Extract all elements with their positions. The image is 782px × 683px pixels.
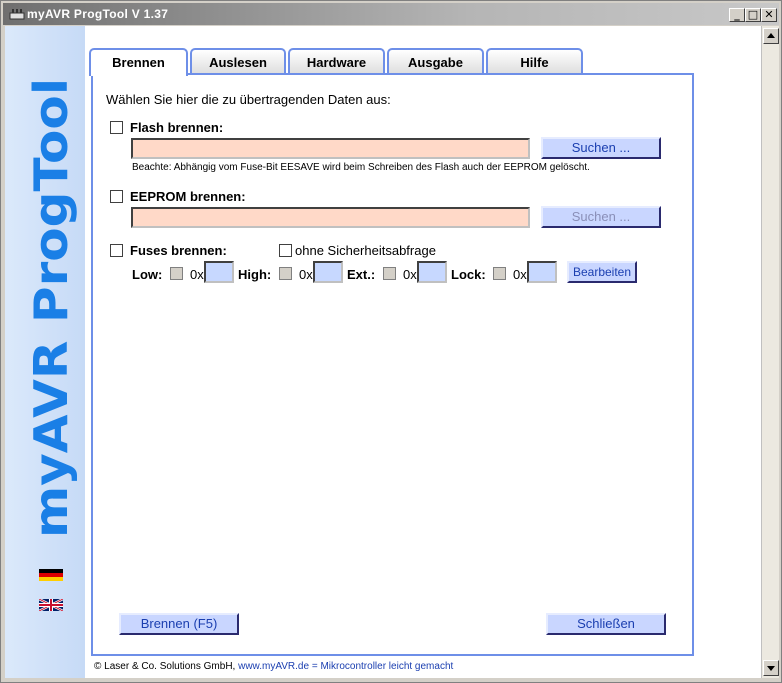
burn-button[interactable]: Brennen (F5) (119, 613, 239, 635)
scroll-up-button[interactable] (763, 28, 779, 44)
scroll-down-button[interactable] (763, 660, 779, 676)
flash-label: Flash brennen: (130, 120, 224, 135)
app-icon (9, 9, 25, 20)
footer-slogan: = Mikrocontroller leicht gemacht (311, 661, 454, 672)
brand-logo: myAVR ProgTool (24, 78, 78, 538)
tab-auslesen[interactable]: Auslesen (190, 48, 286, 75)
low-hex-prefix: 0x (190, 267, 204, 282)
maximize-button[interactable]: □ (745, 8, 761, 22)
eeprom-search-button[interactable]: Suchen ... (541, 206, 661, 228)
title-bar[interactable]: myAVR ProgTool V 1.37 _ □ ✕ (3, 3, 779, 25)
instruction-text: Wählen Sie hier die zu übertragenden Dat… (106, 92, 391, 107)
minimize-button[interactable]: _ (729, 8, 745, 22)
tab-ausgabe[interactable]: Ausgabe (387, 48, 484, 75)
app-window: myAVR ProgTool V 1.37 _ □ ✕ myAVR ProgTo… (0, 0, 782, 683)
footer-url-link[interactable]: www.myAVR.de (238, 661, 309, 672)
footer: © Laser & Co. Solutions GmbH, www.myAVR.… (94, 661, 453, 672)
tab-brennen[interactable]: Brennen (89, 48, 188, 76)
no-confirm-label: ohne Sicherheitsabfrage (295, 243, 436, 258)
close-window-button[interactable]: ✕ (761, 8, 777, 22)
vertical-scrollbar[interactable] (761, 26, 779, 678)
ext-fuse-input[interactable] (417, 261, 447, 283)
fuses-label: Fuses brennen: (130, 243, 227, 258)
eeprom-path-field[interactable] (131, 207, 530, 228)
window-title: myAVR ProgTool V 1.37 (27, 7, 169, 21)
tab-hilfe[interactable]: Hilfe (486, 48, 583, 75)
low-fuse-input[interactable] (204, 261, 234, 283)
lock-fuse-checkbox[interactable] (493, 267, 506, 280)
no-confirm-checkbox[interactable] (279, 244, 292, 257)
edit-fuses-button[interactable]: Bearbeiten (567, 261, 637, 283)
arrow-up-icon (767, 33, 775, 38)
eeprom-label: EEPROM brennen: (130, 189, 246, 204)
close-button[interactable]: Schließen (546, 613, 666, 635)
brand-sidebar: myAVR ProgTool (5, 26, 85, 678)
flash-note: Beachte: Abhängig vom Fuse-Bit EESAVE wi… (132, 162, 590, 173)
footer-company: © Laser & Co. Solutions GmbH, (94, 661, 236, 672)
eeprom-checkbox[interactable] (110, 190, 123, 203)
svg-text:myAVR ProgTool: myAVR ProgTool (24, 78, 78, 538)
arrow-down-icon (767, 666, 775, 671)
high-fuse-input[interactable] (313, 261, 343, 283)
lock-fuse-input[interactable] (527, 261, 557, 283)
tab-hardware[interactable]: Hardware (288, 48, 385, 75)
low-label: Low: (132, 267, 163, 282)
flash-search-button[interactable]: Suchen ... (541, 137, 661, 159)
flash-path-field[interactable] (131, 138, 530, 159)
ext-fuse-checkbox[interactable] (383, 267, 396, 280)
high-hex-prefix: 0x (299, 267, 313, 282)
low-fuse-checkbox[interactable] (170, 267, 183, 280)
ext-hex-prefix: 0x (403, 267, 417, 282)
ext-label: Ext.: (347, 267, 376, 282)
lock-hex-prefix: 0x (513, 267, 527, 282)
lock-label: Lock: (451, 267, 486, 282)
fuses-checkbox[interactable] (110, 244, 123, 257)
high-label: High: (238, 267, 272, 282)
flash-checkbox[interactable] (110, 121, 123, 134)
high-fuse-checkbox[interactable] (279, 267, 292, 280)
german-flag-icon[interactable] (39, 569, 63, 581)
tab-panel-brennen (91, 73, 694, 656)
uk-flag-icon[interactable] (39, 599, 63, 611)
